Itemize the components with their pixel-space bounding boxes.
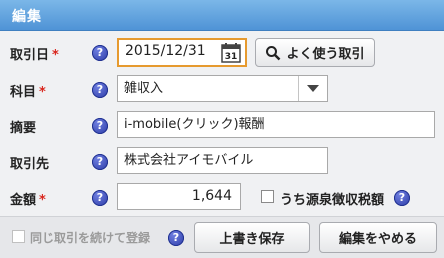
subject-label-text: 科目 <box>10 85 37 100</box>
subject-select[interactable]: 雑収入 <box>117 75 328 102</box>
edit-dialog: 編集 取引日 * ? 2015/12/31 31 よく使う取引 科目 * ? 雑収入 <box>0 0 444 258</box>
date-label: 取引日 * <box>10 44 59 63</box>
summary-help-glyph: ? <box>96 119 104 132</box>
continue-register-checkbox[interactable] <box>12 230 25 243</box>
partner-label: 取引先 <box>10 153 49 172</box>
date-help-icon[interactable]: ? <box>92 45 108 61</box>
amount-help-glyph: ? <box>96 191 104 204</box>
amount-required-mark: * <box>39 193 46 208</box>
partner-value: 株式会社アイモバイル <box>124 153 254 168</box>
subject-help-glyph: ? <box>96 83 104 96</box>
calendar-day: 31 <box>225 52 238 62</box>
footer-bar: 同じ取引を続けて登録 ? 上書き保存 編集をやめる <box>0 216 444 258</box>
overwrite-save-label: 上書き保存 <box>219 232 285 247</box>
subject-required-mark: * <box>39 85 46 100</box>
partner-input[interactable]: 株式会社アイモバイル <box>117 147 328 174</box>
amount-label: 金額 * <box>10 189 46 208</box>
subject-label: 科目 * <box>10 81 46 100</box>
calendar-icon[interactable]: 31 <box>220 42 242 64</box>
partner-help-glyph: ? <box>96 155 104 168</box>
summary-value: i-mobile(クリック)報酬 <box>124 117 265 132</box>
amount-help-icon[interactable]: ? <box>92 190 108 206</box>
cancel-edit-button[interactable]: 編集をやめる <box>319 222 437 253</box>
amount-input[interactable]: 1,644 <box>117 183 241 210</box>
chevron-down-icon[interactable] <box>298 76 327 101</box>
overwrite-save-button[interactable]: 上書き保存 <box>194 222 310 253</box>
date-required-mark: * <box>52 48 59 63</box>
dialog-title: 編集 <box>12 9 42 25</box>
frequent-transactions-button[interactable]: よく使う取引 <box>255 38 375 67</box>
date-help-glyph: ? <box>96 46 104 59</box>
search-icon <box>266 45 281 60</box>
summary-label-text: 摘要 <box>10 121 37 136</box>
subject-value: 雑収入 <box>124 81 164 96</box>
partner-help-icon[interactable]: ? <box>92 154 108 170</box>
summary-input[interactable]: i-mobile(クリック)報酬 <box>117 111 435 138</box>
summary-help-icon[interactable]: ? <box>92 118 108 134</box>
withholding-help-icon[interactable]: ? <box>394 190 410 206</box>
partner-label-text: 取引先 <box>10 157 50 172</box>
date-value: 2015/12/31 <box>125 43 206 59</box>
amount-value: 1,644 <box>191 188 232 204</box>
subject-help-icon[interactable]: ? <box>92 82 108 98</box>
title-bar: 編集 <box>0 0 444 31</box>
withholding-help-glyph: ? <box>398 191 406 204</box>
continue-help-glyph: ? <box>172 231 180 244</box>
frequent-button-label: よく使う取引 <box>286 47 365 62</box>
summary-label: 摘要 <box>10 117 36 136</box>
continue-register-label: 同じ取引を続けて登録 <box>30 231 151 245</box>
withholding-checkbox[interactable] <box>261 190 274 203</box>
withholding-label: うち源泉徴収税額 <box>280 193 385 208</box>
amount-label-text: 金額 <box>10 193 37 208</box>
cancel-edit-label: 編集をやめる <box>338 232 417 247</box>
date-label-text: 取引日 <box>10 48 50 63</box>
continue-help-icon[interactable]: ? <box>168 230 184 246</box>
